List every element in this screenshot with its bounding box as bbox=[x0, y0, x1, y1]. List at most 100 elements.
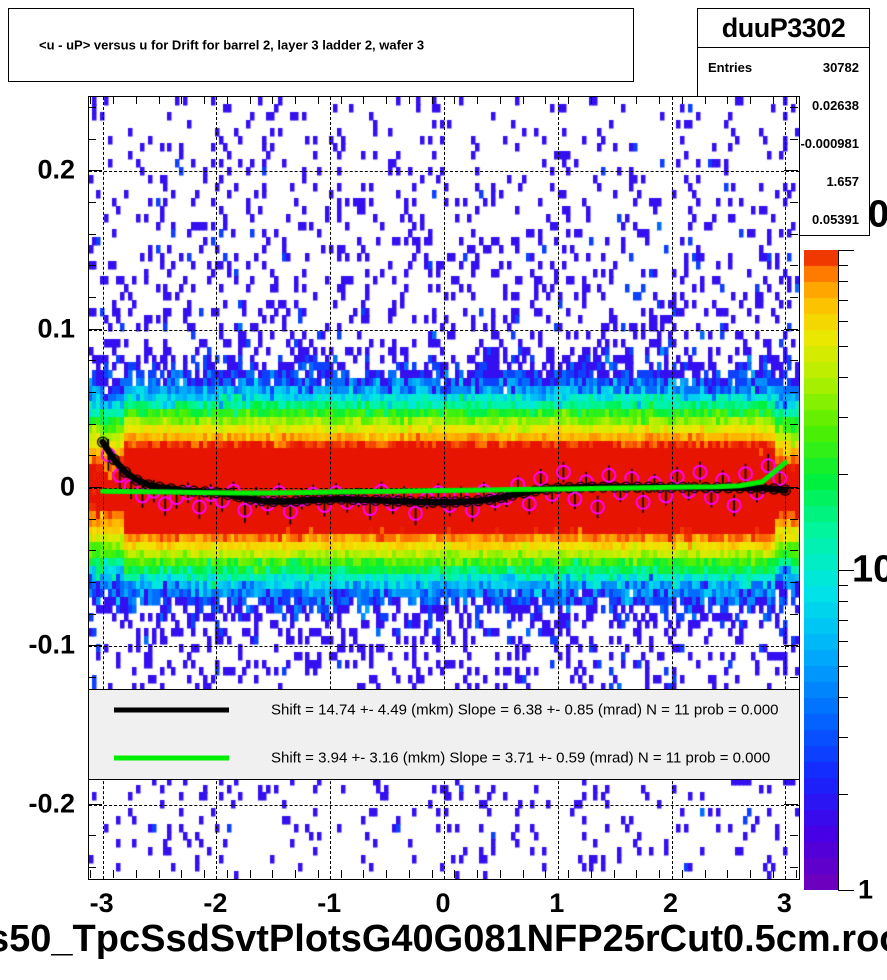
y-tick-minor bbox=[88, 202, 96, 204]
x-tick-minor-top bbox=[750, 96, 752, 104]
legend-row-black: Shift = 14.74 +- 4.49 (mkm) Slope = 6.38… bbox=[89, 690, 799, 730]
x-tick-minor bbox=[750, 870, 752, 878]
y-tick-minor-right bbox=[790, 581, 798, 583]
y-tick-minor-right bbox=[790, 676, 798, 678]
x-tick-minor bbox=[408, 870, 410, 878]
y-tick-minor-right bbox=[790, 455, 798, 457]
palette-tick-major bbox=[838, 890, 854, 891]
y-tick-minor bbox=[88, 297, 96, 299]
y-axis-tick-label: 0.2 bbox=[37, 154, 75, 185]
legend-label: Shift = 14.74 +- 4.49 (mkm) Slope = 6.38… bbox=[271, 701, 779, 719]
y-tick-minor-right bbox=[790, 866, 798, 868]
x-tick-minor bbox=[135, 870, 137, 878]
x-tick-minor-top bbox=[772, 96, 774, 104]
x-tick-minor-top bbox=[249, 96, 251, 104]
palette-tick-minor bbox=[838, 666, 848, 667]
x-tick-minor bbox=[522, 870, 524, 878]
y-tick-major-right bbox=[784, 487, 798, 488]
color-palette-bar bbox=[804, 250, 838, 890]
y-tick-minor bbox=[88, 613, 96, 615]
palette-tick-minor bbox=[838, 641, 848, 642]
plot-title-box: <u - uP> versus u for Drift for barrel 2… bbox=[8, 8, 634, 82]
x-axis-tick-label: 0 bbox=[435, 888, 451, 918]
x-tick-minor bbox=[499, 870, 501, 878]
x-tick-minor bbox=[704, 870, 706, 878]
palette-tick-minor bbox=[838, 281, 848, 282]
y-tick-minor-right bbox=[790, 107, 798, 109]
x-tick-minor bbox=[363, 870, 365, 878]
palette-tick-minor bbox=[838, 265, 848, 266]
y-tick-minor-right bbox=[790, 202, 798, 204]
y-tick-minor-right bbox=[790, 613, 798, 615]
y-axis-tick-label: 0.1 bbox=[37, 313, 75, 344]
y-tick-minor-right bbox=[790, 360, 798, 362]
y-tick-minor bbox=[88, 676, 96, 678]
palette-tick-minor bbox=[838, 620, 848, 621]
x-tick-minor bbox=[340, 870, 342, 878]
x-tick-minor-top bbox=[613, 96, 615, 104]
x-tick-minor-top bbox=[158, 96, 160, 104]
x-tick-minor-top bbox=[363, 96, 365, 104]
palette-tick-minor bbox=[838, 321, 848, 322]
fit-legend-box: Shift = 14.74 +- 4.49 (mkm) Slope = 6.38… bbox=[88, 689, 800, 780]
y-tick-minor bbox=[88, 550, 96, 552]
stat-value: 30782 bbox=[822, 59, 859, 75]
x-tick-minor bbox=[568, 870, 570, 878]
histogram-name: duuP3302 bbox=[698, 9, 869, 48]
y-tick-major-right bbox=[784, 170, 798, 172]
x-tick-minor-top bbox=[522, 96, 524, 104]
y-tick-major-right bbox=[784, 645, 798, 647]
y-tick-minor-right bbox=[790, 233, 798, 235]
y-tick-minor bbox=[88, 138, 96, 140]
x-tick-minor-top bbox=[545, 96, 547, 104]
x-tick-minor bbox=[431, 870, 433, 878]
x-tick-minor-top bbox=[568, 96, 570, 104]
x-tick-minor bbox=[590, 870, 592, 878]
x-tick-minor bbox=[226, 870, 228, 878]
x-tick-minor-top bbox=[795, 96, 797, 104]
y-tick-minor bbox=[88, 581, 96, 583]
y-axis-tick-label: -0.1 bbox=[28, 629, 75, 660]
x-tick-minor-top bbox=[477, 96, 479, 104]
y-tick-minor bbox=[88, 392, 96, 394]
y-tick-minor bbox=[88, 423, 96, 425]
x-tick-minor-top bbox=[226, 96, 228, 104]
x-tick-minor bbox=[113, 870, 115, 878]
x-tick-minor bbox=[272, 870, 274, 878]
legend-line-swatch bbox=[114, 707, 229, 713]
x-tick-minor-top bbox=[659, 96, 661, 104]
palette-label-10: 10 bbox=[852, 548, 887, 591]
x-tick-minor-top bbox=[681, 96, 683, 104]
y-tick-minor-right bbox=[790, 138, 798, 140]
x-axis-tick-label: -3 bbox=[89, 888, 114, 918]
palette-tick-major bbox=[838, 250, 854, 251]
y-tick-minor bbox=[88, 360, 96, 362]
y-tick-major bbox=[88, 803, 102, 805]
x-axis-tick-label: -1 bbox=[317, 888, 342, 918]
x-tick-minor-top bbox=[431, 96, 433, 104]
stat-row-entries: Entries 30782 bbox=[698, 48, 869, 86]
x-tick-minor-top bbox=[408, 96, 410, 104]
x-tick-minor bbox=[386, 870, 388, 878]
y-tick-minor-right bbox=[790, 265, 798, 267]
x-tick-minor bbox=[317, 870, 319, 878]
file-name-title: s50_TpcSsdSvtPlotsG40G081NFP25rCut0.5cm.… bbox=[0, 918, 887, 960]
palette-tick-minor bbox=[838, 794, 848, 795]
y-tick-major bbox=[88, 487, 102, 488]
x-tick-minor-top bbox=[317, 96, 319, 104]
y-tick-minor-right bbox=[790, 835, 798, 837]
palette-tick-minor bbox=[838, 474, 848, 475]
x-tick-minor-top bbox=[340, 96, 342, 104]
y-tick-major-right bbox=[784, 803, 798, 805]
x-tick-minor bbox=[90, 870, 92, 878]
y-tick-minor bbox=[88, 835, 96, 837]
palette-tick-minor bbox=[838, 601, 848, 602]
y-axis-tick-label: -0.2 bbox=[28, 788, 75, 819]
x-tick-minor bbox=[681, 870, 683, 878]
palette-label-0: 0 bbox=[868, 193, 887, 236]
x-tick-minor bbox=[636, 870, 638, 878]
x-tick-minor bbox=[727, 870, 729, 878]
x-tick-minor bbox=[295, 870, 297, 878]
palette-tick-minor bbox=[838, 697, 848, 698]
palette-tick-minor bbox=[838, 300, 848, 301]
